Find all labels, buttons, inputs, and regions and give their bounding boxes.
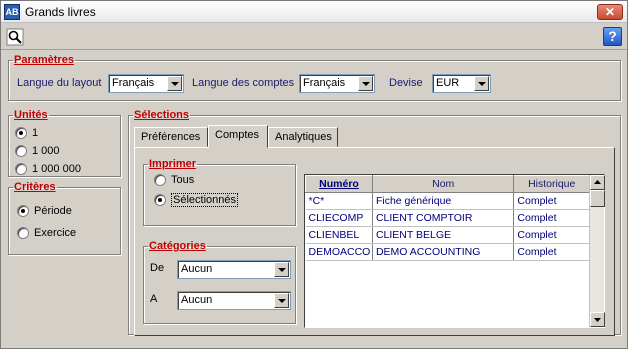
langue-layout-value: Français — [112, 77, 155, 89]
cell-numero: *C* — [305, 192, 373, 210]
scroll-thumb[interactable] — [590, 190, 605, 207]
cell-historique: Complet — [513, 192, 590, 210]
radio-icon[interactable] — [17, 227, 29, 239]
chevron-down-icon[interactable] — [274, 293, 289, 308]
close-icon: ✕ — [604, 5, 616, 19]
cell-nom: DEMO ACCOUNTING — [372, 243, 515, 261]
imprimer-option-tous[interactable]: Tous — [154, 174, 194, 186]
app-icon: AB — [4, 4, 20, 20]
unites-option-1000[interactable]: 1 000 — [15, 145, 60, 157]
column-header-nom[interactable]: Nom — [371, 175, 515, 193]
tab-comptes[interactable]: Comptes — [208, 125, 268, 148]
unites-option-1[interactable]: 1 — [15, 127, 38, 139]
criteres-legend: Critères — [14, 181, 56, 193]
imprimer-option-label: Tous — [171, 174, 195, 186]
help-button[interactable]: ? — [603, 27, 622, 46]
table-row[interactable]: *C* Fiche générique Complet — [305, 192, 590, 210]
chevron-down-icon[interactable] — [167, 76, 182, 91]
devise-label: Devise — [389, 77, 423, 89]
categories-group: Catégories De Aucun A Aucun — [143, 240, 296, 324]
scroll-up-button[interactable] — [590, 175, 605, 190]
imprimer-group: Imprimer Tous Sélectionnés — [143, 158, 296, 226]
table-row[interactable]: DEMOACCO DEMO ACCOUNTING Complet — [305, 243, 590, 261]
radio-selected-icon[interactable] — [15, 127, 27, 139]
grands-livres-window: AB Grands livres ✕ ? Paramètres Langue d… — [0, 0, 628, 349]
unites-option-label: 1 000 — [32, 145, 60, 157]
categories-de-select[interactable]: Aucun — [177, 260, 291, 279]
criteres-option-exercice[interactable]: Exercice — [17, 227, 76, 239]
table-row[interactable]: CLIECOMP CLIENT COMPTOIR Complet — [305, 209, 590, 227]
criteres-option-label: Période — [34, 205, 72, 217]
column-header-numero[interactable]: Numéro — [305, 175, 373, 193]
table-header-row: Numéro Nom Historique — [305, 175, 590, 193]
criteres-option-periode[interactable]: Période — [17, 205, 72, 217]
accounts-table: Numéro Nom Historique *C* Fiche génériqu… — [305, 175, 590, 261]
arrow-down-icon — [594, 318, 601, 322]
radio-icon[interactable] — [154, 174, 166, 186]
langue-layout-label: Langue du layout — [17, 77, 102, 89]
categories-a-select[interactable]: Aucun — [177, 291, 291, 310]
tab-strip: Préférences Comptes Analytiques — [134, 125, 614, 149]
chevron-down-icon[interactable] — [358, 76, 373, 91]
chevron-down-icon[interactable] — [474, 76, 489, 91]
langue-comptes-value: Français — [303, 77, 346, 89]
langue-comptes-label: Langue des comptes — [192, 77, 295, 89]
imprimer-option-selectionnes[interactable]: Sélectionnés — [154, 193, 238, 207]
cell-nom: Fiche générique — [372, 192, 515, 210]
cell-historique: Complet — [513, 209, 590, 227]
toolbar: ? — [1, 24, 627, 50]
devise-select[interactable]: EUR — [432, 74, 491, 93]
imprimer-legend: Imprimer — [149, 158, 197, 170]
categories-a-value: Aucun — [181, 294, 213, 306]
parametres-group: Paramètres Langue du layout Français Lan… — [8, 54, 621, 101]
unites-option-1000000[interactable]: 1 000 000 — [15, 163, 81, 175]
title-bar: AB Grands livres ✕ — [1, 1, 627, 23]
tab-preferences[interactable]: Préférences — [134, 127, 208, 147]
unites-option-label: 1 — [32, 127, 39, 139]
close-button[interactable]: ✕ — [597, 4, 623, 20]
cell-numero: DEMOACCO — [305, 243, 373, 261]
categories-de-value: Aucun — [181, 263, 213, 275]
selections-group: Sélections Préférences Comptes Analytiqu… — [128, 109, 621, 336]
accounts-table-container: Numéro Nom Historique *C* Fiche génériqu… — [304, 174, 605, 328]
criteres-group: Critères Période Exercice — [8, 181, 121, 255]
unites-group: Unités 1 1 000 1 000 000 — [8, 109, 121, 177]
comptes-tab-panel: Imprimer Tous Sélectionnés Catégories De… — [134, 147, 615, 336]
cell-historique: Complet — [513, 226, 590, 244]
vertical-scrollbar[interactable] — [589, 175, 605, 327]
search-icon[interactable] — [6, 28, 24, 46]
langue-comptes-select[interactable]: Français — [299, 74, 375, 93]
cell-numero: CLIENBEL — [305, 226, 373, 244]
categories-de-label: De — [150, 262, 165, 274]
imprimer-option-label: Sélectionnés — [171, 193, 238, 207]
parametres-legend: Paramètres — [14, 54, 74, 66]
scroll-down-button[interactable] — [590, 312, 605, 327]
cell-historique: Complet — [513, 243, 590, 261]
selections-legend: Sélections — [134, 109, 190, 121]
table-row[interactable]: CLIENBEL CLIENT BELGE Complet — [305, 226, 590, 244]
categories-a-label: A — [150, 293, 158, 305]
radio-icon[interactable] — [15, 145, 27, 157]
radio-selected-icon[interactable] — [154, 194, 166, 206]
criteres-option-label: Exercice — [34, 227, 77, 239]
window-title: Grands livres — [25, 5, 96, 19]
radio-selected-icon[interactable] — [17, 205, 29, 217]
column-header-historique[interactable]: Historique — [513, 175, 590, 193]
chevron-down-icon[interactable] — [274, 262, 289, 277]
categories-legend: Catégories — [149, 240, 206, 252]
unites-legend: Unités — [14, 109, 48, 121]
cell-nom: CLIENT COMPTOIR — [372, 209, 515, 227]
langue-layout-select[interactable]: Français — [108, 74, 184, 93]
cell-nom: CLIENT BELGE — [372, 226, 515, 244]
cell-numero: CLIECOMP — [305, 209, 373, 227]
radio-icon[interactable] — [15, 163, 27, 175]
devise-value: EUR — [436, 77, 460, 89]
tab-analytiques[interactable]: Analytiques — [268, 127, 338, 147]
unites-option-label: 1 000 000 — [32, 163, 81, 175]
arrow-up-icon — [594, 180, 601, 184]
